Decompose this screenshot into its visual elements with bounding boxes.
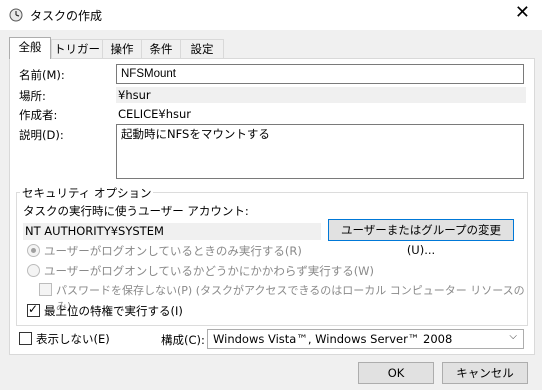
tab-settings[interactable]: 設定 — [180, 39, 224, 58]
radio-logged-on-label: ユーザーがログオンしているときのみ実行する(R) — [44, 244, 302, 258]
close-icon[interactable]: ✕ — [515, 4, 530, 22]
radio-whether-logged-on-label: ユーザーがログオンしているかどうかにかかわらず実行する(W) — [44, 264, 375, 278]
author-label: 作成者: — [19, 108, 58, 122]
highest-privileges-label: 最上位の特権で実行する(I) — [44, 304, 183, 318]
change-user-button[interactable]: ユーザーまたはグループの変更(U)... — [328, 219, 514, 257]
tab-actions[interactable]: 操作 — [102, 39, 142, 58]
tab-conditions-label: 条件 — [149, 42, 173, 56]
hidden-checkbox[interactable] — [19, 332, 32, 345]
hidden-label: 表示しない(E) — [36, 332, 110, 346]
radio-whether-logged-on[interactable] — [27, 264, 40, 277]
description-label: 説明(D): — [19, 128, 64, 142]
location-label: 場所: — [19, 89, 46, 103]
name-label: 名前(M): — [19, 68, 65, 82]
chevron-down-icon: ⌵ — [509, 331, 517, 342]
security-options-title: セキュリティ オプション — [20, 185, 154, 201]
tab-conditions[interactable]: 条件 — [141, 39, 181, 58]
run-account-value: NT AUTHORITY¥SYSTEM — [23, 223, 321, 240]
no-store-password-checkbox[interactable] — [39, 283, 52, 296]
tab-settings-label: 設定 — [190, 42, 214, 56]
general-tab-panel: 名前(M): 場所: ¥hsur 作成者: CELICE¥hsur 説明(D):… — [9, 58, 535, 355]
name-field[interactable] — [116, 64, 524, 84]
tab-general-label: 全般 — [18, 40, 42, 54]
run-account-label: タスクの実行時に使うユーザー アカウント: — [23, 204, 249, 218]
tab-triggers-label: トリガー — [54, 42, 100, 56]
config-select-value: Windows Vista™, Windows Server™ 2008 — [213, 332, 453, 346]
window-title: タスクの作成 — [30, 9, 103, 23]
cancel-button[interactable]: キャンセル — [442, 362, 528, 384]
config-select[interactable]: Windows Vista™, Windows Server™ 2008 ⌵ — [207, 329, 524, 349]
ok-button[interactable]: OK — [358, 362, 434, 384]
description-field[interactable]: 起動時にNFSをマウントする — [116, 124, 524, 179]
title-bar: タスクの作成 ✕ — [0, 0, 542, 30]
highest-privileges-checkbox[interactable] — [27, 302, 40, 317]
tab-triggers[interactable]: トリガー — [51, 39, 103, 58]
location-value: ¥hsur — [116, 87, 526, 103]
config-label: 構成(C): — [161, 333, 205, 347]
author-value: CELICE¥hsur — [118, 107, 192, 121]
tab-actions-label: 操作 — [110, 42, 134, 56]
tab-general[interactable]: 全般 — [9, 37, 51, 59]
radio-logged-on[interactable] — [27, 244, 40, 257]
task-clock-icon — [9, 8, 23, 22]
